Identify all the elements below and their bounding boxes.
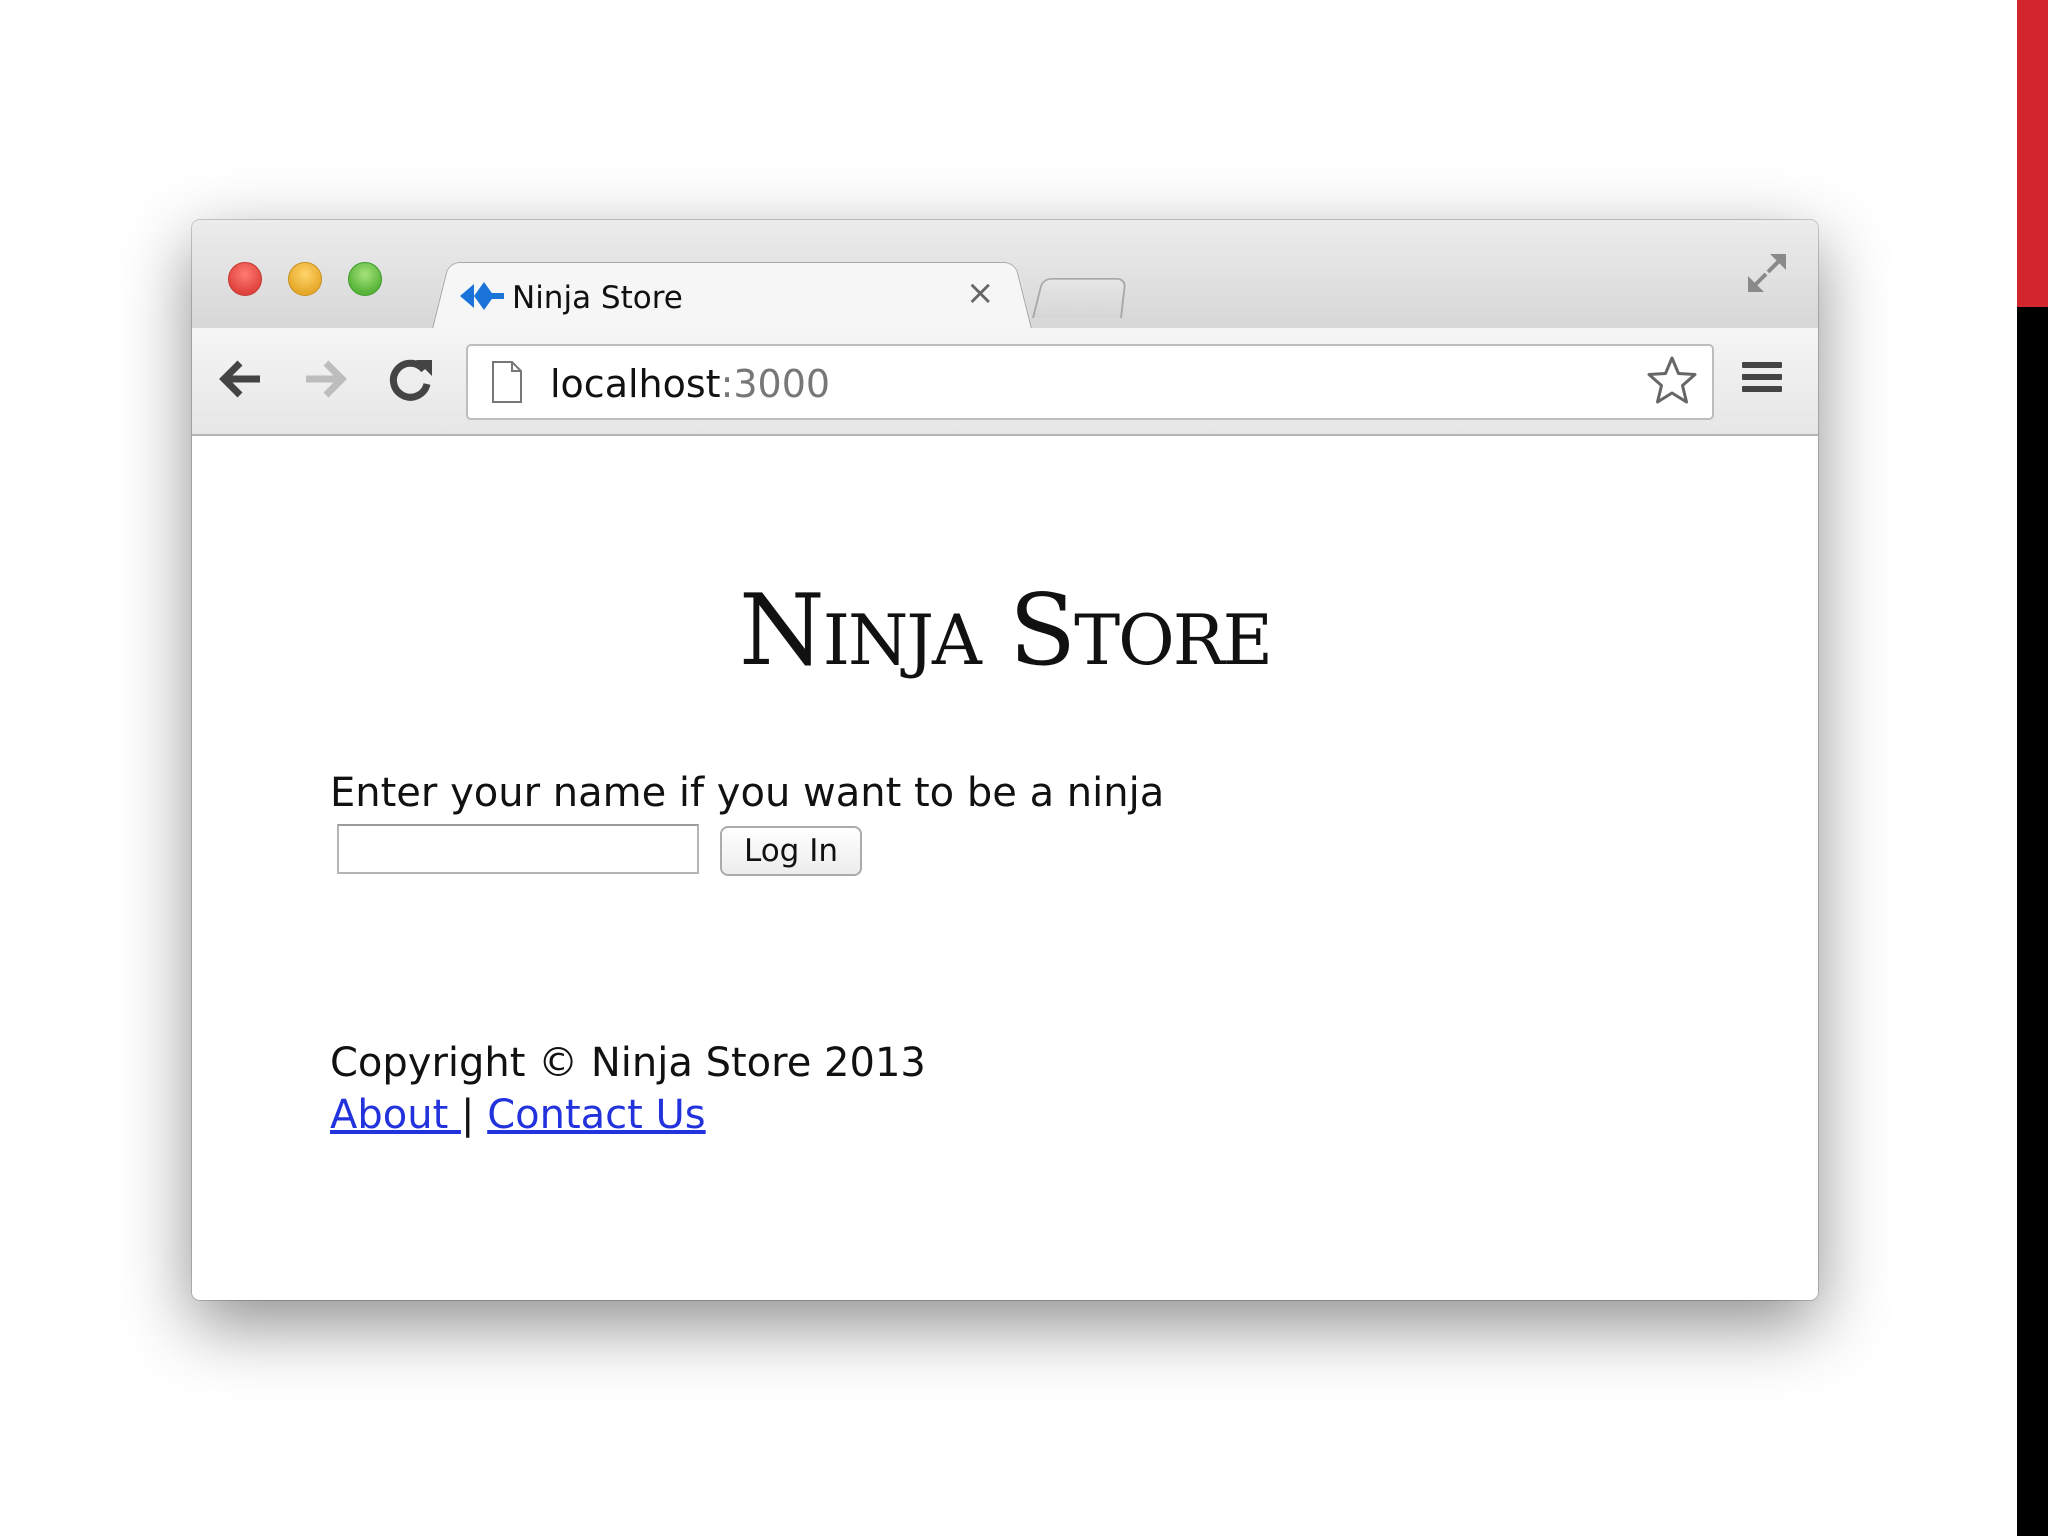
- ninja-star-icon: [460, 282, 504, 310]
- login-prompt: Enter your name if you want to be a ninj…: [330, 770, 1165, 816]
- side-red-accent: [2017, 0, 2048, 307]
- about-link[interactable]: About: [330, 1092, 461, 1138]
- link-separator: |: [460, 1092, 475, 1138]
- close-window-button[interactable]: [228, 262, 262, 296]
- hamburger-menu-icon[interactable]: [1742, 362, 1782, 400]
- page-title: Ninja Store: [738, 574, 1273, 688]
- name-input[interactable]: [337, 824, 699, 874]
- tab-close-icon[interactable]: ×: [966, 276, 995, 310]
- page-icon: [492, 361, 522, 403]
- footer-links: About | Contact Us: [330, 1092, 706, 1138]
- maximize-window-button[interactable]: [348, 262, 382, 296]
- page-content: Ninja Store Enter your name if you want …: [192, 436, 1818, 1300]
- back-arrow-icon[interactable]: [216, 354, 266, 404]
- star-icon[interactable]: [1646, 355, 1698, 407]
- reload-icon[interactable]: [386, 354, 436, 404]
- fullscreen-icon[interactable]: [1744, 250, 1790, 296]
- new-tab-button[interactable]: [1032, 277, 1127, 318]
- tab-title: Ninja Store: [512, 280, 683, 316]
- tab-content: Ninja Store ×: [460, 272, 1020, 322]
- url-text[interactable]: localhost:3000: [550, 362, 830, 406]
- url-port: :3000: [720, 362, 831, 406]
- login-button[interactable]: Log In: [720, 826, 862, 876]
- browser-window: Ninja Store × localhost:3000 Ninja Store…: [192, 220, 1818, 1300]
- forward-arrow-icon[interactable]: [300, 354, 350, 404]
- copyright-text: Copyright © Ninja Store 2013: [330, 1040, 926, 1086]
- url-host: localhost: [550, 362, 721, 406]
- address-bar[interactable]: localhost:3000: [466, 344, 1714, 420]
- title-bar: Ninja Store ×: [192, 220, 1818, 329]
- minimize-window-button[interactable]: [288, 262, 322, 296]
- browser-toolbar: localhost:3000: [192, 328, 1818, 436]
- contact-us-link[interactable]: Contact Us: [487, 1092, 705, 1138]
